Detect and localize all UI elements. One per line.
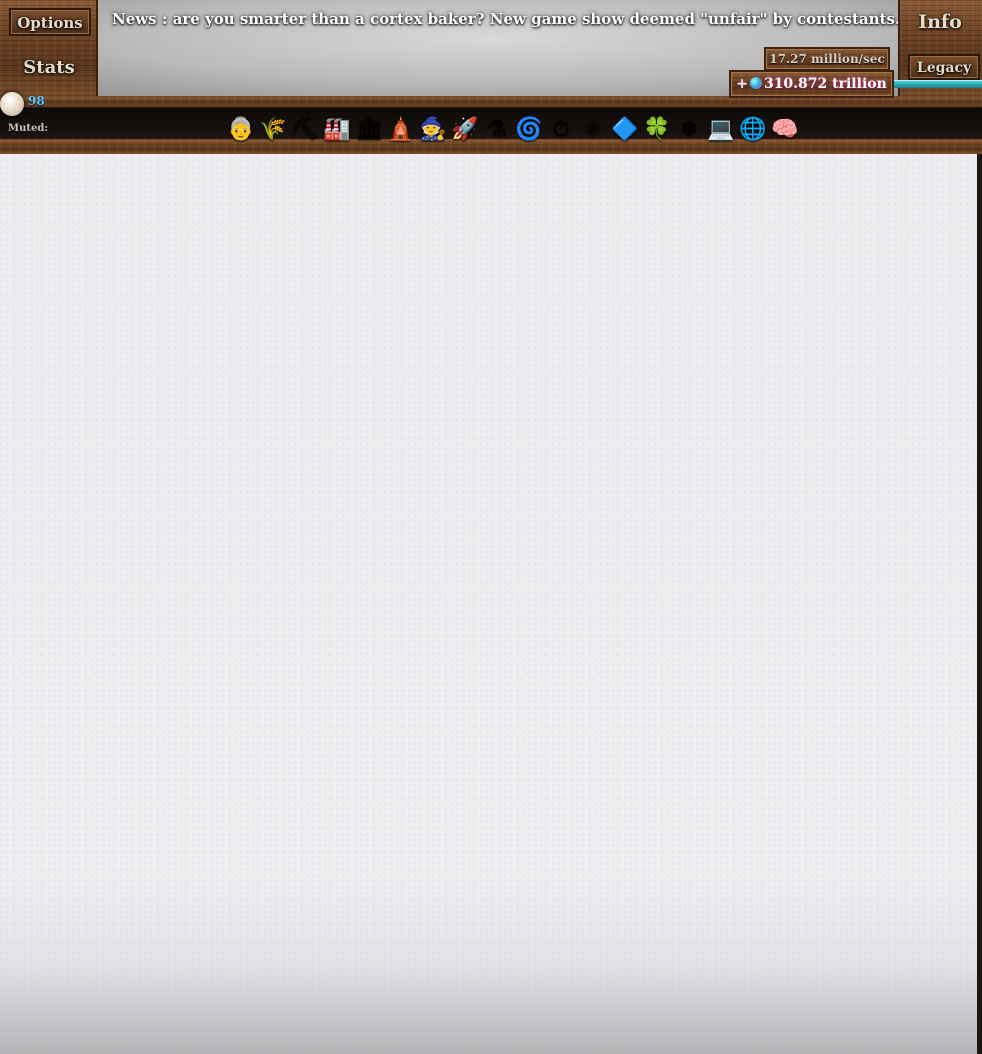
portal-icon[interactable]: 🌀	[514, 115, 544, 145]
idleverse-icon[interactable]: 🌐	[738, 115, 768, 145]
heavenly-chip-icon	[749, 77, 762, 89]
news-ticker[interactable]: News : are you smarter than a cortex bak…	[112, 10, 900, 28]
antimatter-condenser-icon[interactable]: ⚛	[578, 115, 608, 145]
temple-icon[interactable]: 🛕	[386, 115, 416, 145]
grandma-icon[interactable]: 👵	[226, 115, 256, 145]
cookies-per-second: 17.27 million/sec	[764, 47, 890, 71]
sugar-lump-icon[interactable]	[0, 92, 24, 116]
chancemaker-icon[interactable]: 🍀	[642, 115, 672, 145]
building-icons-row: 👵 🌾 ⛏ 🏭 🏛 🛕 🧙 🚀 ⚗ 🌀 ⏱ ⚛ 🔷 🍀 ❄ 💻 🌐 🧠	[226, 112, 800, 148]
shipment-icon[interactable]: 🚀	[450, 115, 480, 145]
options-button[interactable]: Options	[9, 8, 91, 36]
mine-icon[interactable]: ⛏	[290, 115, 320, 145]
prism-icon[interactable]: 🔷	[610, 115, 640, 145]
cortex-baker-icon[interactable]: 🧠	[770, 115, 800, 145]
time-machine-icon[interactable]: ⏱	[546, 115, 576, 145]
legacy-button[interactable]: Legacy	[908, 54, 980, 80]
wizard-tower-icon[interactable]: 🧙	[418, 115, 448, 145]
info-button[interactable]: Info	[904, 8, 976, 36]
alchemy-lab-icon[interactable]: ⚗	[482, 115, 512, 145]
fractal-engine-icon[interactable]: ❄	[674, 115, 704, 145]
legacy-progress-meter	[893, 80, 982, 88]
javascript-console-icon[interactable]: 💻	[706, 115, 736, 145]
muted-label: Muted:	[8, 123, 49, 134]
bank-prefix: +	[736, 76, 748, 92]
sugar-lump-count: 98	[28, 94, 45, 108]
left-menu-panel: Options Stats	[0, 0, 98, 96]
bank-cookies-display: +310.872 trillion	[729, 70, 894, 98]
main-playfield	[0, 154, 977, 1054]
factory-icon[interactable]: 🏭	[322, 115, 352, 145]
playfield-edge	[977, 154, 982, 1054]
farm-icon[interactable]: 🌾	[258, 115, 288, 145]
stats-button[interactable]: Stats	[9, 54, 89, 82]
bank-icon[interactable]: 🏛	[354, 115, 384, 145]
bank-amount: 310.872 trillion	[763, 76, 887, 92]
